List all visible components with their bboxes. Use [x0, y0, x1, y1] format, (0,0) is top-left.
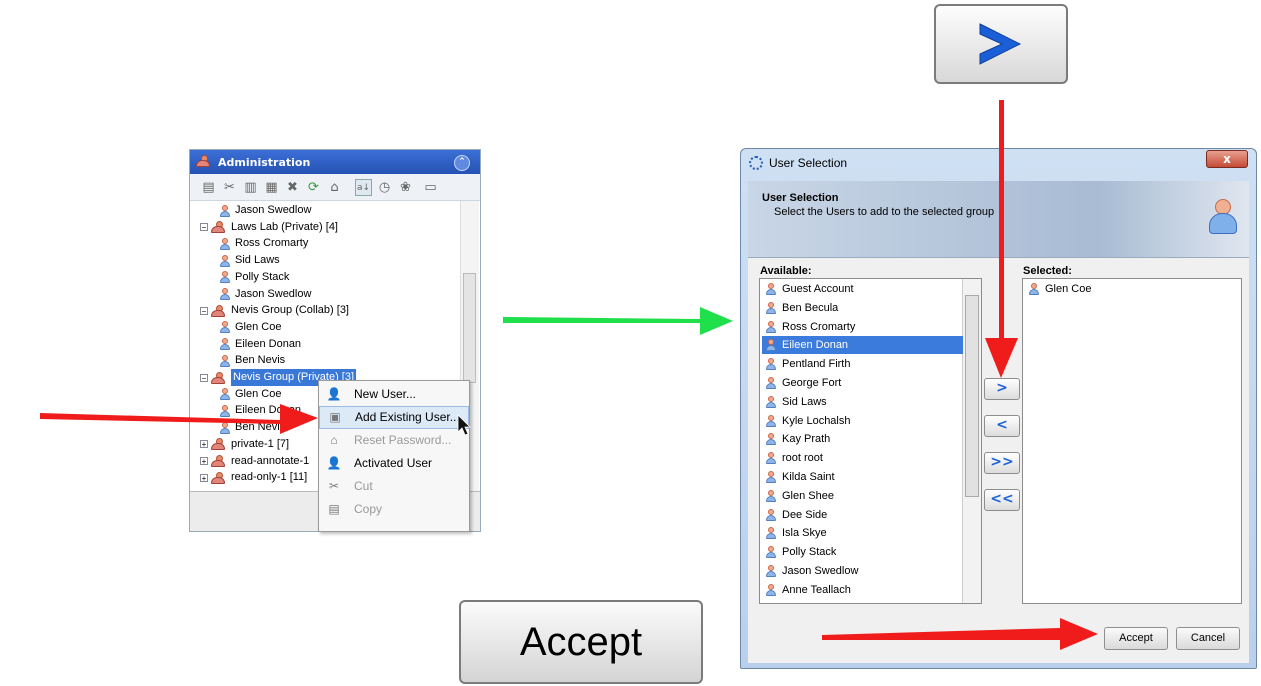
- red-arrow-accept: [822, 618, 1098, 650]
- annotation-arrows: [40, 100, 1098, 650]
- red-arrow-context: [40, 404, 318, 434]
- mouse-cursor-icon: [457, 414, 471, 436]
- red-arrow-down: [985, 100, 1018, 378]
- green-arrow: [503, 307, 733, 335]
